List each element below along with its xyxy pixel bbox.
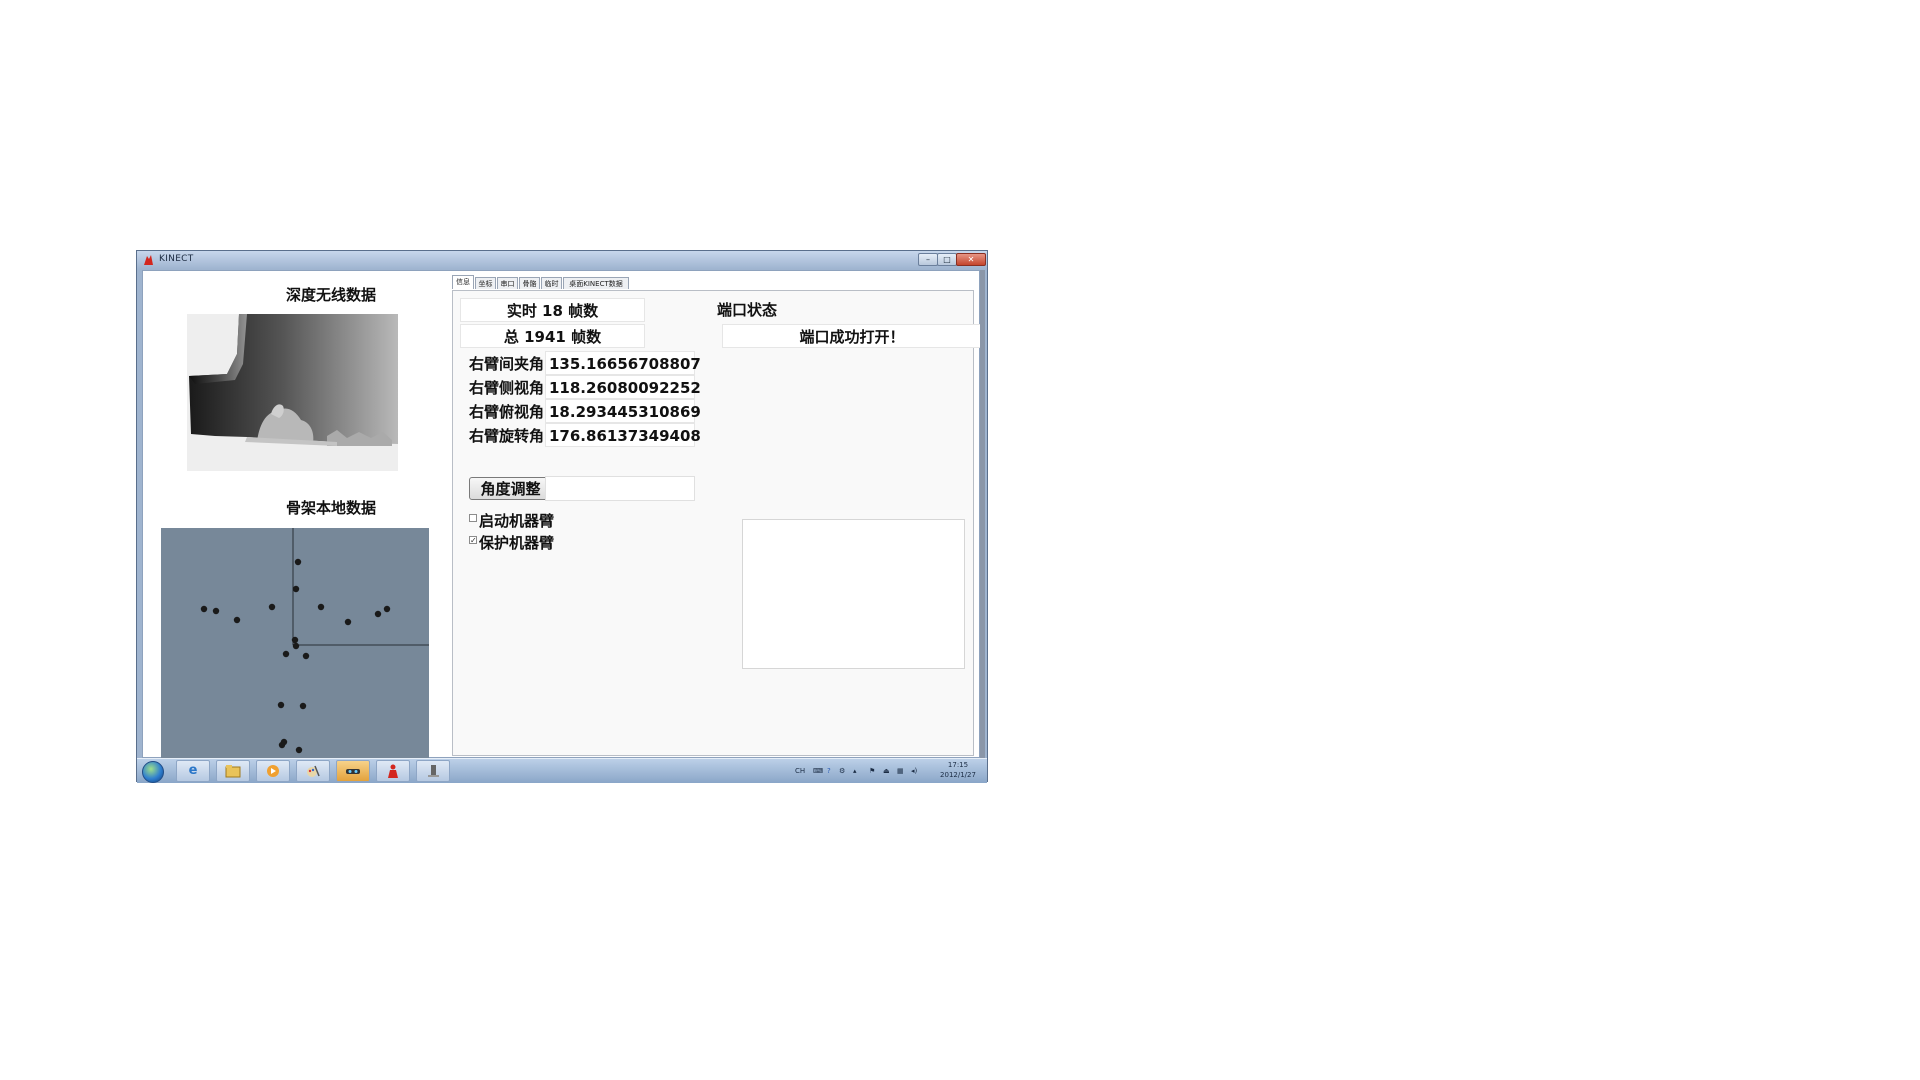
info-tab-page: 实时 18 帧数 总 1941 帧数 端口状态 端口成功打开！ 右臂间夹角 13… xyxy=(452,290,982,756)
tab-desktop-kinect-data[interactable]: 桌面KINECT数据 xyxy=(563,277,629,289)
joint-elbow-left xyxy=(233,616,241,624)
title-bar[interactable]: KINECT – □ ✕ xyxy=(137,251,987,269)
start-robot-arm-checkbox-box[interactable] xyxy=(469,514,477,522)
app-icon xyxy=(144,255,153,265)
paint-icon[interactable] xyxy=(296,760,330,782)
joint-head xyxy=(294,558,302,566)
port-status-box: 端口成功打开！ xyxy=(722,324,982,348)
joint-shoulder-left xyxy=(268,603,276,611)
joint-foot-left xyxy=(278,741,286,749)
right-arm-side-angle-label: 右臂侧视角 xyxy=(469,379,545,397)
depth-data-title: 深度无线数据 xyxy=(285,286,376,304)
media-player-icon[interactable] xyxy=(256,760,290,782)
joint-hand-left xyxy=(200,605,208,613)
kinect-red-icon[interactable] xyxy=(376,760,410,782)
depth-image xyxy=(187,314,398,471)
right-arm-included-angle-label: 右臂间夹角 xyxy=(469,355,545,373)
joint-hand-right xyxy=(383,605,391,613)
device-glyph-icon xyxy=(428,765,439,777)
internet-explorer-icon[interactable]: e xyxy=(176,760,210,782)
close-button[interactable]: ✕ xyxy=(956,253,986,266)
kinect-app-icon[interactable] xyxy=(336,760,370,782)
protect-robot-arm-label: 保护机器臂 xyxy=(479,534,555,552)
joint-knee-right xyxy=(299,702,307,710)
settings-icon[interactable]: ⚙ xyxy=(839,767,845,775)
red-figure-icon xyxy=(388,764,398,778)
skeleton-data-title: 骨架本地数据 xyxy=(285,499,376,517)
flag-icon[interactable]: ⚑ xyxy=(869,767,875,775)
angle-adjust-button[interactable]: 角度调整 xyxy=(469,477,552,500)
tab-info[interactable]: 信息 xyxy=(452,275,474,289)
keyboard-icon[interactable]: ⌨ xyxy=(813,767,823,775)
joint-shoulder-center xyxy=(292,585,300,593)
joint-shoulder-right xyxy=(317,603,325,611)
folder-icon[interactable] xyxy=(216,760,250,782)
skeleton-canvas xyxy=(161,528,429,759)
realtime-fps-box: 实时 18 帧数 xyxy=(460,298,645,322)
start-robot-arm-label: 启动机器臂 xyxy=(479,512,555,530)
joint-wrist-right xyxy=(374,610,382,618)
device-icon[interactable] xyxy=(416,760,450,782)
message-textbox[interactable] xyxy=(742,519,965,669)
right-arm-rotation-angle-label: 右臂旋转角 xyxy=(469,427,545,445)
right-arm-side-angle-field[interactable]: 118.26080092252 xyxy=(545,375,701,399)
right-arm-top-angle-label: 右臂俯视角 xyxy=(469,403,545,421)
volume-icon[interactable]: ◂) xyxy=(911,767,917,775)
joint-ankle-right xyxy=(295,746,303,754)
window-client-area: 深度无线数据 骨架本地数据 信息 坐标 串口 骨骼 临时 桌面KINECT数据 … xyxy=(142,270,982,759)
joint-elbow-right xyxy=(344,618,352,626)
right-arm-included-angle-field[interactable]: 135.16656708807 xyxy=(545,351,701,375)
tab-temp[interactable]: 临时 xyxy=(541,277,562,289)
joint-knee-left xyxy=(277,701,285,709)
kinect-window: KINECT – □ ✕ 深度无线数据 骨架本地数据 信息 坐标 串口 骨骼 临… xyxy=(136,250,988,783)
joint-hip-center xyxy=(292,642,300,650)
protect-robot-arm-checkbox-box[interactable]: ✓ xyxy=(469,536,477,545)
kinect-glyph-icon xyxy=(346,769,360,774)
paint-glyph-icon xyxy=(307,765,320,777)
joint-spine xyxy=(291,636,299,644)
usb-icon[interactable]: ⏏ xyxy=(883,767,890,775)
taskbar: e CH ⌨ ? ⚙ ▴ ⚑ ⏏ ▦ ◂) 17:15 2012/1/27 xyxy=(137,758,987,783)
folder-glyph-icon xyxy=(225,765,241,778)
media-glyph-icon xyxy=(267,765,279,777)
windows-start-icon[interactable] xyxy=(142,761,164,783)
system-tray: CH ⌨ ? ⚙ ▴ ⚑ ⏏ ▦ ◂) 17:15 2012/1/27 xyxy=(795,759,985,783)
tab-skeleton[interactable]: 骨骼 xyxy=(519,277,540,289)
arrow-up-icon[interactable]: ▴ xyxy=(853,767,857,775)
clock-time[interactable]: 17:15 xyxy=(938,761,978,769)
total-frames-box: 总 1941 帧数 xyxy=(460,324,645,348)
maximize-button[interactable]: □ xyxy=(937,253,957,266)
joint-hip-left xyxy=(282,650,290,658)
network-icon[interactable]: ▦ xyxy=(897,767,904,775)
joint-wrist-left xyxy=(212,607,220,615)
tab-serial-port[interactable]: 串口 xyxy=(497,277,518,289)
right-arm-rotation-angle-field[interactable]: 176.86137349408 xyxy=(545,423,701,447)
right-arm-top-angle-field[interactable]: 18.293445310869 xyxy=(545,399,701,423)
angle-adjust-input[interactable] xyxy=(545,476,695,501)
window-title: KINECT xyxy=(159,254,194,264)
port-status-title: 端口状态 xyxy=(717,301,778,319)
language-indicator[interactable]: CH xyxy=(795,767,805,775)
minimize-button[interactable]: – xyxy=(918,253,938,266)
clock-date[interactable]: 2012/1/27 xyxy=(935,771,981,779)
window-right-scroll-edge[interactable] xyxy=(980,270,985,758)
ie-glyph-icon: e xyxy=(188,763,198,778)
tab-coordinates[interactable]: 坐标 xyxy=(475,277,496,289)
help-icon[interactable]: ? xyxy=(827,767,831,775)
joint-hip-right xyxy=(302,652,310,660)
